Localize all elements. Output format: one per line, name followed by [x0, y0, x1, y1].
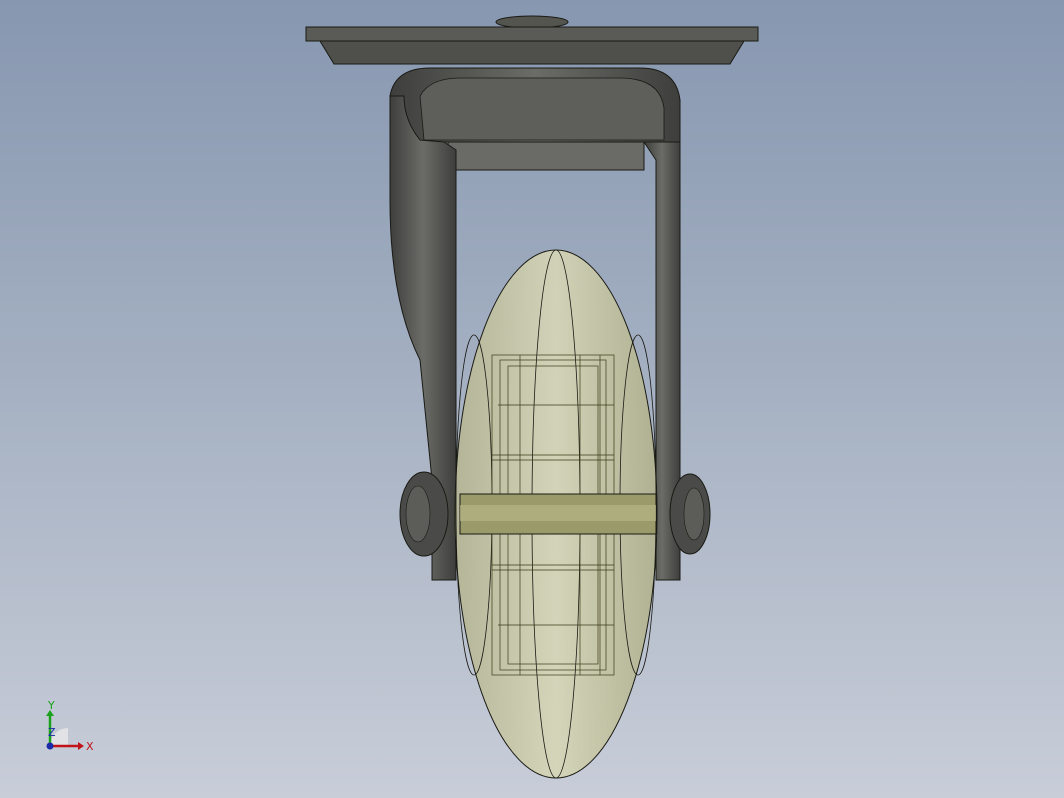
axle: [459, 493, 657, 535]
z-axis-dot: [46, 742, 54, 750]
x-axis-label: X: [86, 740, 94, 753]
3d-viewport[interactable]: X Y Z: [0, 0, 1064, 798]
y-axis-label: Y: [47, 699, 55, 712]
z-axis-label: Z: [48, 726, 56, 739]
orientation-triad: X Y Z: [46, 699, 94, 753]
axle-nut-right: [669, 473, 711, 555]
x-axis-arrow: [78, 742, 84, 750]
axle-nut-left: [399, 471, 449, 557]
mounting-plate: [305, 15, 759, 65]
caster-model[interactable]: [0, 0, 1064, 798]
